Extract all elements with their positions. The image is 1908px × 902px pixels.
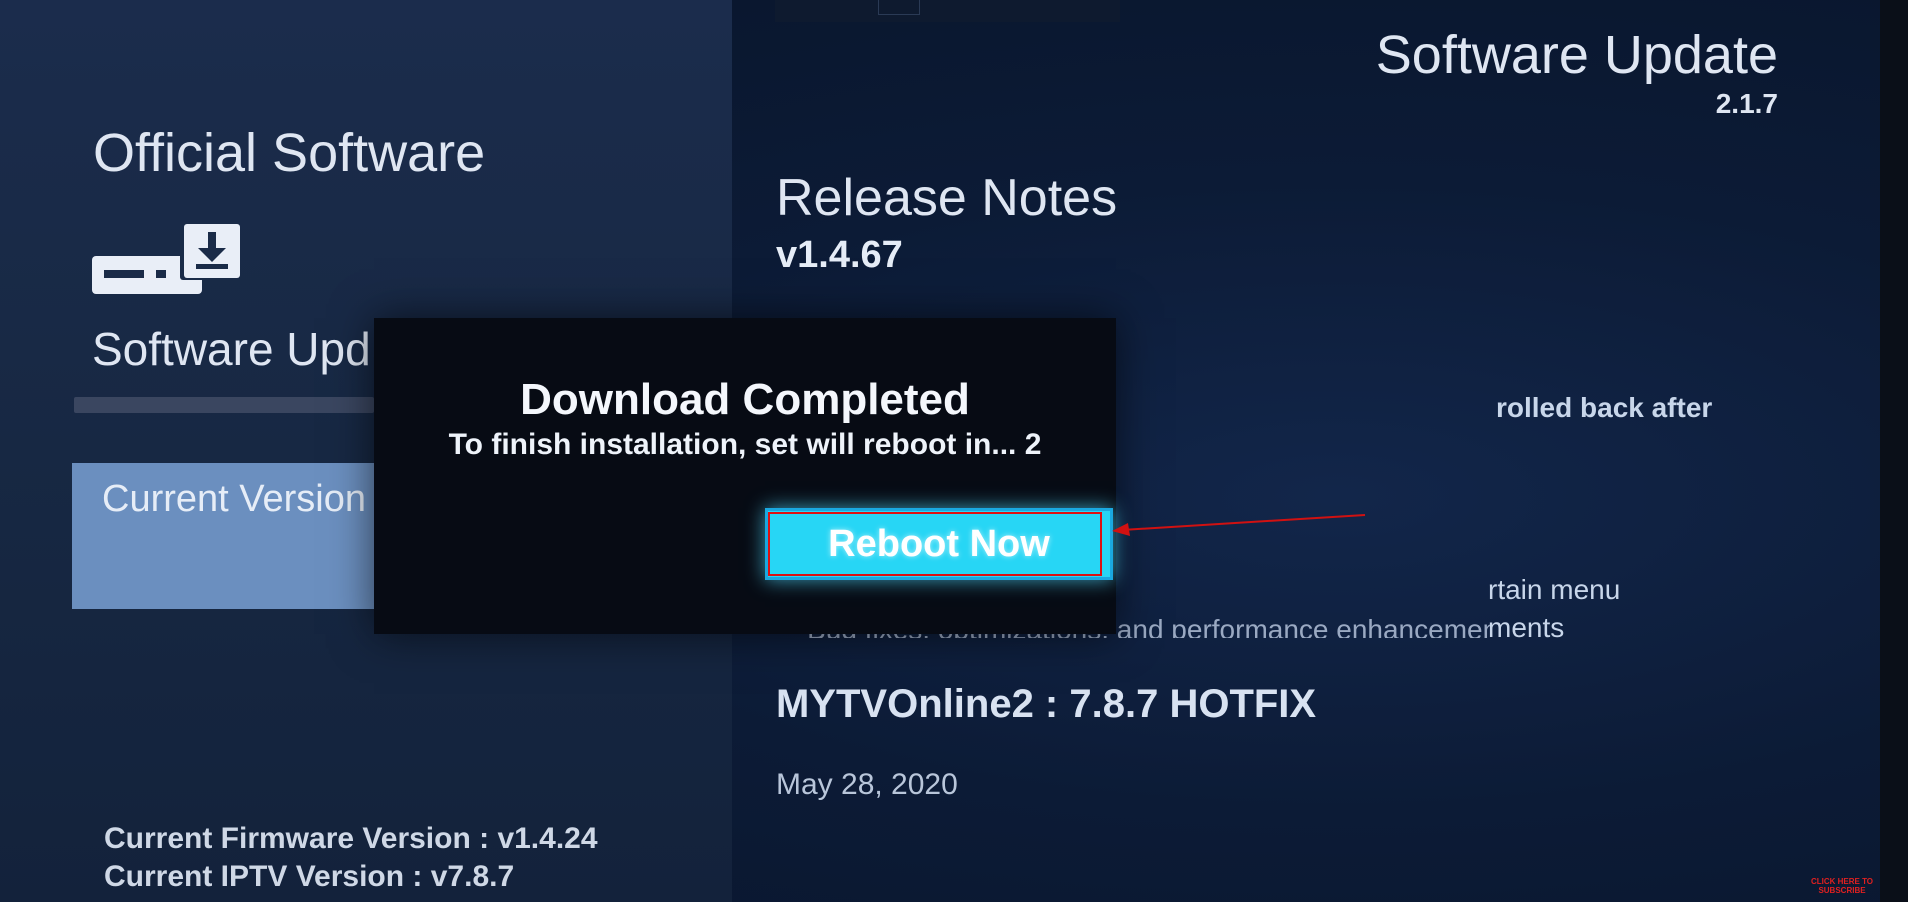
red-annotation-arrow — [1112, 514, 1366, 536]
release-note-text: rtain menu — [1488, 574, 1621, 605]
app-release-title: MYTVOnline2 : 7.8.7 HOTFIX — [776, 682, 1317, 726]
release-notes-version: v1.4.67 — [776, 234, 903, 276]
page-title: Software Update — [1375, 25, 1778, 85]
subscribe-line: SUBSCRIBE — [1818, 886, 1866, 895]
dialog-title: Download Completed — [520, 375, 970, 424]
reboot-now-button-label[interactable]: Reboot Now — [765, 508, 1113, 580]
firmware-version: Current Firmware Version : v1.4.24 — [104, 822, 598, 855]
subscribe-overlay[interactable]: CLICK HERE TO SUBSCRIBE — [1806, 877, 1878, 895]
set-top-box-download-icon — [92, 222, 240, 294]
release-note-text: rolled back after — [1496, 392, 1713, 423]
release-note-text: ments — [1488, 612, 1565, 643]
top-bar-tab — [878, 0, 920, 15]
download-complete-dialog: Download Completed To finish installatio… — [374, 318, 1116, 634]
menu-item-software-update[interactable]: Software Upd — [92, 322, 371, 376]
screen-edge — [1880, 0, 1908, 902]
app-release-date: May 28, 2020 — [776, 768, 958, 801]
dialog-message: To finish installation, set will reboot … — [448, 428, 1042, 461]
release-notes-title: Release Notes — [776, 169, 1118, 227]
top-bar — [775, 0, 1120, 22]
iptv-version: Current IPTV Version : v7.8.7 — [104, 860, 515, 893]
app-version: 2.1.7 — [1715, 88, 1778, 119]
scrollbar[interactable] — [74, 397, 374, 413]
subscribe-line: CLICK HERE TO — [1810, 877, 1874, 886]
menu-item-current-version-label: Current Version — [102, 478, 367, 520]
section-heading: Official Software — [93, 123, 486, 183]
